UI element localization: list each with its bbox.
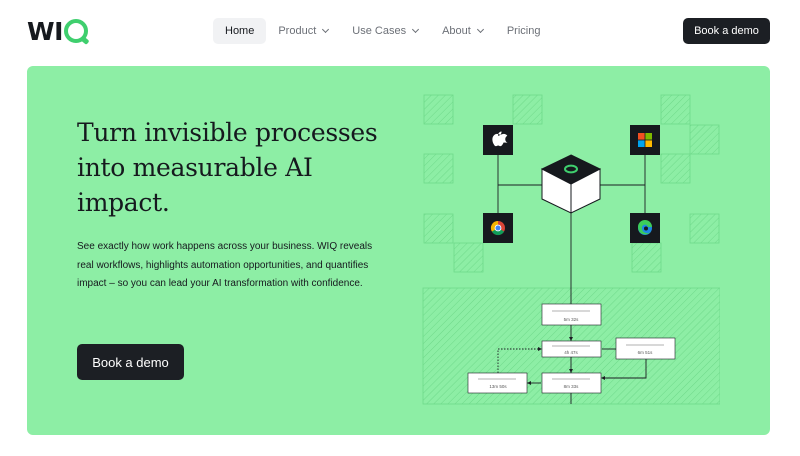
workflow-step-4: 13m 50s bbox=[467, 372, 528, 394]
nav-book-demo-button[interactable]: Book a demo bbox=[683, 18, 770, 44]
nav-use-cases[interactable]: Use Cases bbox=[340, 18, 430, 44]
chevron-down-icon bbox=[322, 25, 330, 34]
hero-headline: Turn invisible processes into measurable… bbox=[77, 118, 378, 217]
nav-use-cases-label: Use Cases bbox=[352, 25, 407, 37]
chrome-icon bbox=[483, 213, 513, 243]
main-menu: Home Product Use Cases About Pricing bbox=[213, 18, 552, 44]
duration-label: 13m 50s bbox=[489, 384, 507, 389]
hero-subcopy: See exactly how work happens across your… bbox=[77, 241, 373, 289]
nav-home[interactable]: Home bbox=[213, 18, 267, 44]
hero-book-demo-button[interactable]: Book a demo bbox=[77, 344, 184, 380]
wiq-logo[interactable]: WI bbox=[27, 16, 88, 46]
logo-q-mark-icon bbox=[63, 19, 88, 43]
duration-label: 8m 33s bbox=[564, 384, 580, 389]
chevron-down-icon bbox=[476, 25, 484, 34]
workflow-step-1: 5m 32s bbox=[541, 303, 602, 326]
hatched-tiles bbox=[422, 94, 720, 405]
workflow-step-2: 4h 47s bbox=[541, 340, 602, 358]
nav-home-label: Home bbox=[225, 25, 255, 37]
wiq-cube-icon bbox=[540, 154, 602, 214]
hero-section: Turn invisible processes into measurable… bbox=[27, 66, 770, 435]
nav-pricing-label: Pricing bbox=[506, 25, 541, 37]
duration-label: 4h 47s bbox=[564, 350, 578, 355]
edge-icon bbox=[630, 213, 660, 243]
nav-product-label: Product bbox=[278, 25, 317, 37]
chevron-down-icon bbox=[412, 25, 420, 34]
duration-label: 6m 51s bbox=[638, 350, 654, 355]
microsoft-icon bbox=[630, 125, 660, 155]
apple-icon bbox=[483, 125, 513, 155]
nav-pricing[interactable]: Pricing bbox=[495, 18, 553, 44]
logo-text: WI bbox=[27, 16, 63, 46]
workflow-step-3: 6m 51s bbox=[615, 337, 676, 360]
duration-label: 5m 32s bbox=[564, 317, 580, 322]
nav-about-label: About bbox=[442, 25, 471, 37]
workflow-illustration: 5m 32s 4h 47s 6m 51s 13m 50s 8m 33s bbox=[422, 94, 720, 405]
nav-about[interactable]: About bbox=[430, 18, 495, 44]
nav-product[interactable]: Product bbox=[266, 18, 340, 44]
top-nav: WI Home Product Use Cases About Pricing … bbox=[0, 0, 800, 62]
workflow-step-5: 8m 33s bbox=[541, 372, 602, 394]
